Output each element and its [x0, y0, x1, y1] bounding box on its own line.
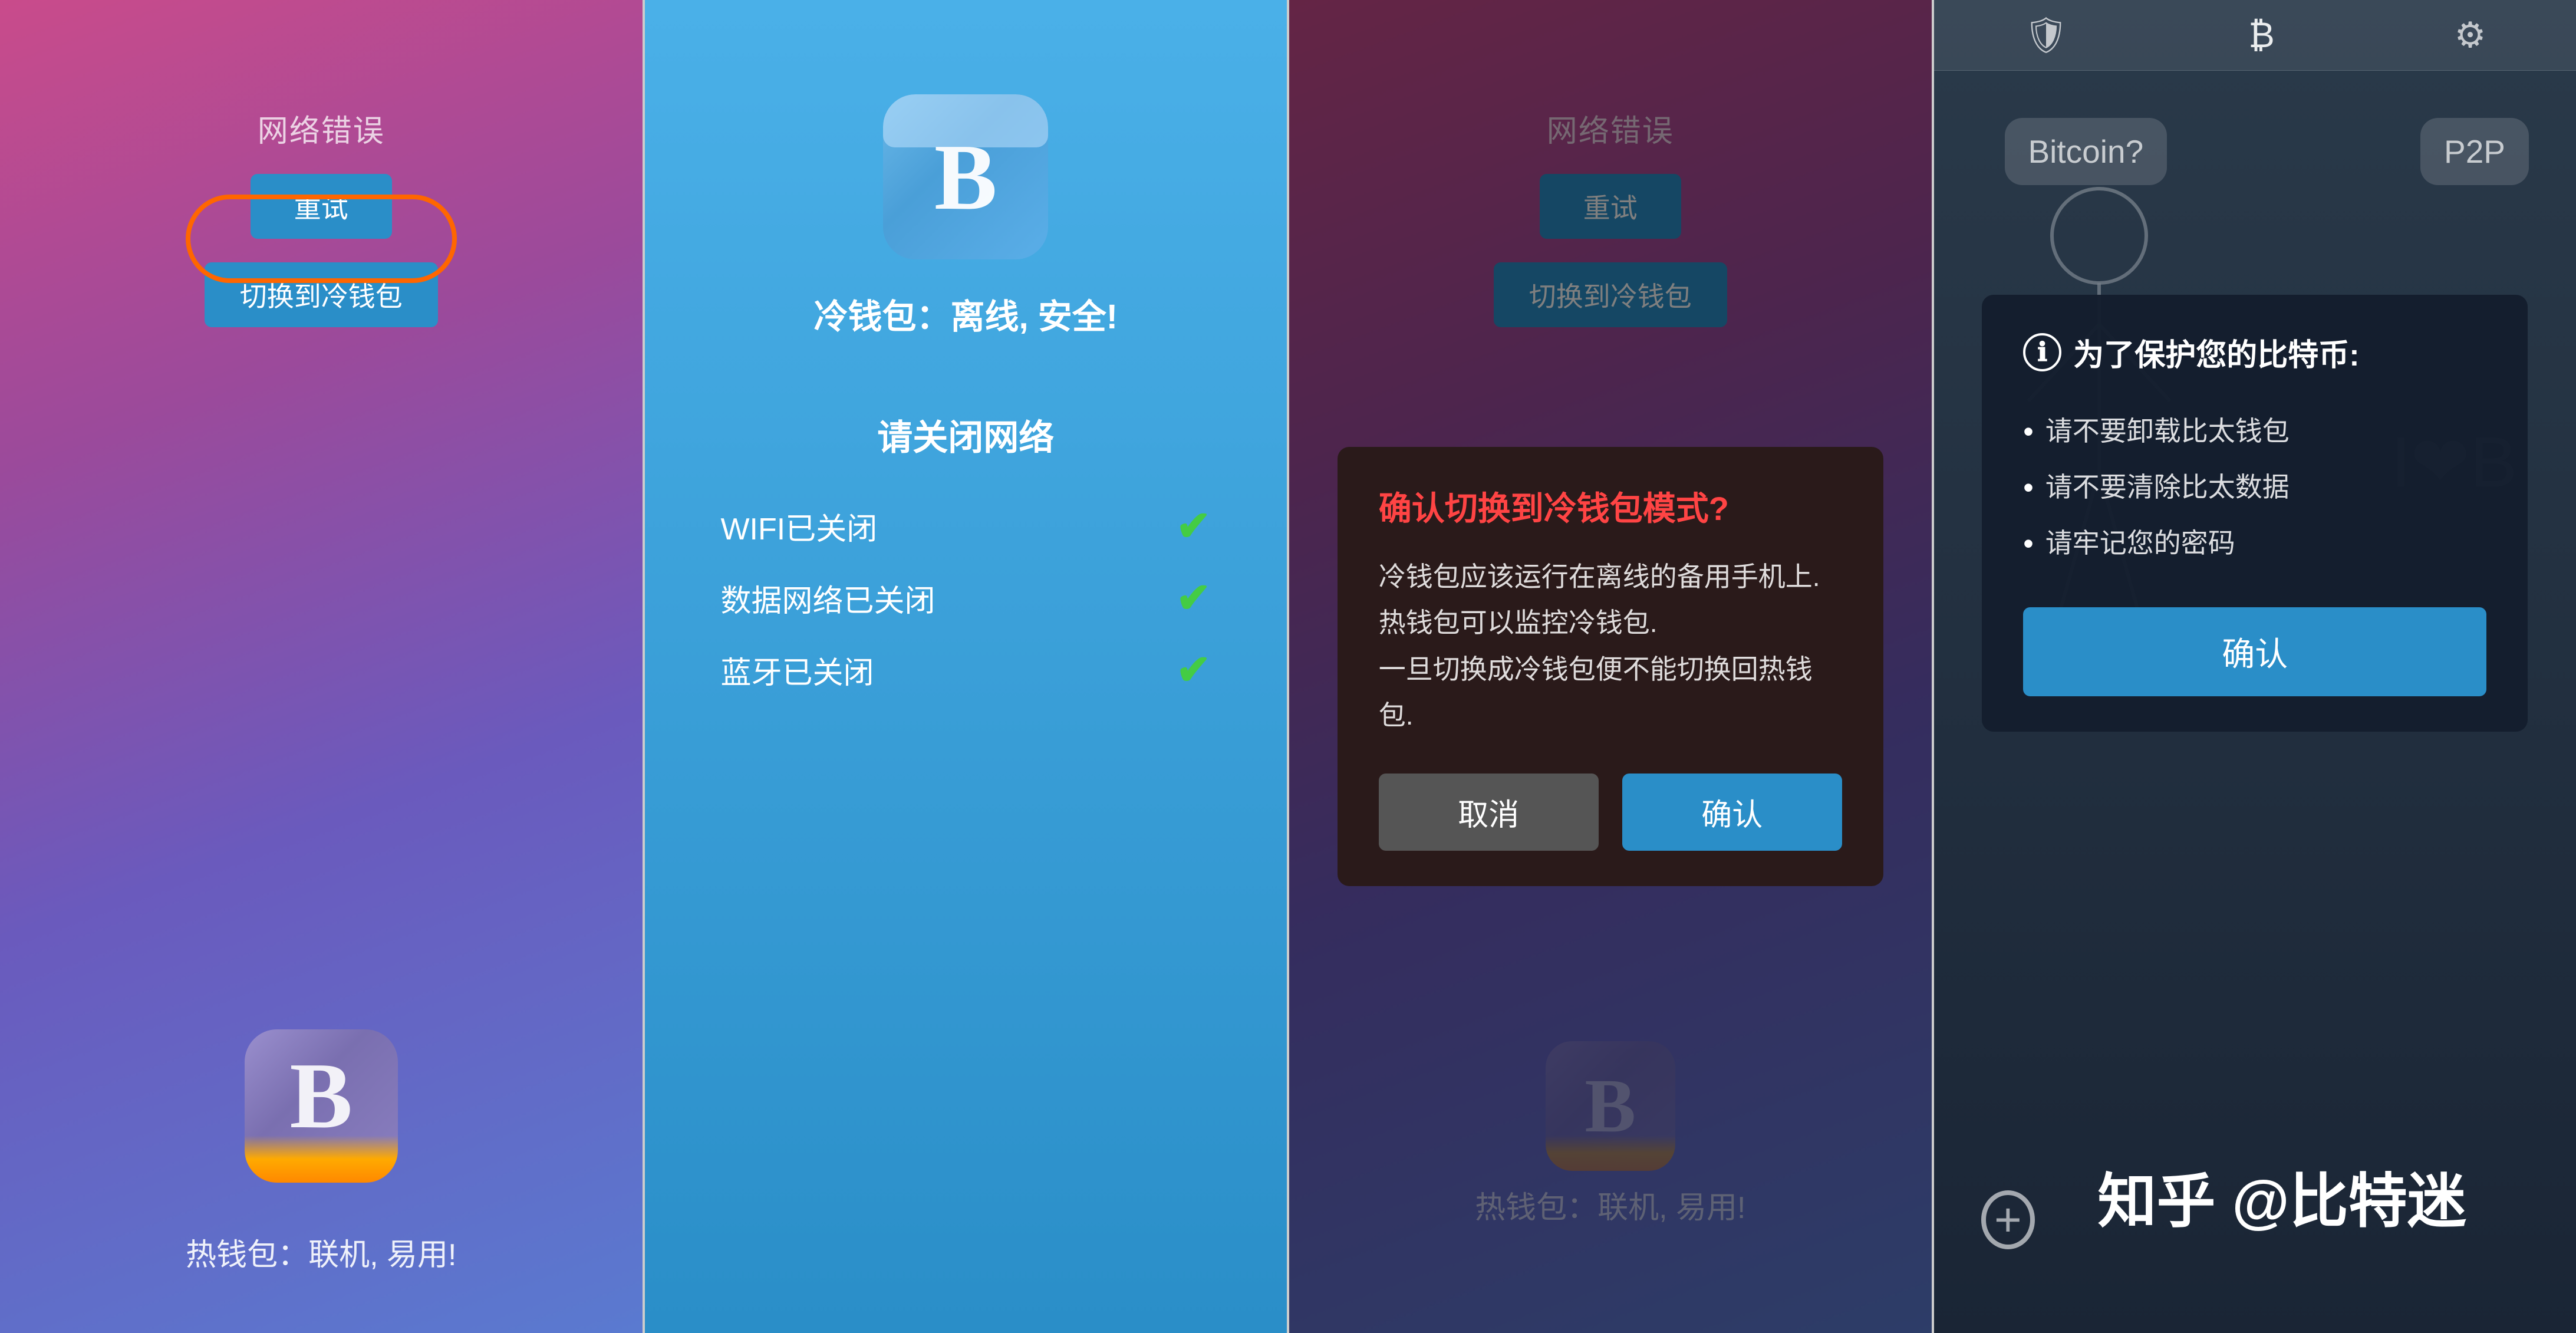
zhihu-label: 知乎 @比特迷 [2035, 1153, 2529, 1286]
protection-item-3-text: 请牢记您的密码 [2045, 518, 2235, 569]
cold-wallet-title: 冷钱包：离线, 安全! [813, 289, 1118, 338]
confirm-dialog: 确认切换到冷钱包模式? 冷钱包应该运行在离线的备用手机上.热钱包可以监控冷钱包.… [1338, 447, 1883, 886]
protection-item-3: 请牢记您的密码 [2023, 516, 2486, 572]
info-icon-text: ℹ [2037, 337, 2047, 367]
retry-button-p1[interactable]: 重试 [251, 174, 392, 239]
bluetooth-row: 蓝牙已关闭 ✔ [709, 640, 1223, 700]
protection-dialog: ℹ 为了保护您的比特币: 请不要卸载比太钱包 请不要清除比太数据 请牢记您的密码… [1982, 295, 2528, 732]
flame-decoration [245, 1135, 398, 1183]
bluetooth-label: 蓝牙已关闭 [720, 648, 874, 692]
dialog-title: 确认切换到冷钱包模式? [1379, 482, 1842, 530]
p2p-speech-bubble: P2P [2420, 118, 2529, 185]
protection-title-text: 为了保护您的比特币: [2073, 330, 2359, 374]
network-section: 请关闭网络 WIFI已关闭 ✔ 数据网络已关闭 ✔ 蓝牙已关闭 ✔ [709, 409, 1223, 700]
panel-hot-wallet: 网络错误 重试 切换到冷钱包 B 热钱包：联机, 易用! [0, 0, 643, 1333]
confirm-button[interactable]: 确认 [1622, 774, 1842, 851]
protection-item-1-text: 请不要卸载比太钱包 [2045, 406, 2290, 457]
data-row: 数据网络已关闭 ✔ [709, 568, 1223, 628]
protection-list: 请不要卸载比太钱包 请不要清除比太数据 请牢记您的密码 [2023, 404, 2486, 572]
illustration-area: Bitcoin? P2P I❤B ℹ 为了保护您的比特币: [1934, 71, 2576, 837]
bluetooth-check-icon: ✔ [1176, 646, 1211, 694]
panel-cold-wallet: B 冷钱包：离线, 安全! 请关闭网络 WIFI已关闭 ✔ 数据网络已关闭 ✔ … [645, 0, 1287, 1333]
data-label: 数据网络已关闭 [720, 576, 935, 620]
cold-wallet-icon: B [883, 94, 1048, 259]
toolbar: 🛡 ₿ ⚙ [1934, 0, 2576, 71]
protection-confirm-button[interactable]: 确认 [2023, 607, 2486, 696]
bitcoin-speech-bubble: Bitcoin? [2005, 118, 2167, 185]
error-section-panel1: 网络错误 重试 切换到冷钱包 [205, 106, 438, 327]
dialog-buttons: 取消 确认 [1379, 774, 1842, 851]
panel-confirm-switch: 网络错误 重试 切换到冷钱包 确认切换到冷钱包模式? 冷钱包应该运行在离线的备用… [1289, 0, 1932, 1333]
dialog-overlay: 确认切换到冷钱包模式? 冷钱包应该运行在离线的备用手机上.热钱包可以监控冷钱包.… [1289, 0, 1932, 1333]
cancel-button[interactable]: 取消 [1379, 774, 1599, 851]
dialog-body-text: 冷钱包应该运行在离线的备用手机上.热钱包可以监控冷钱包.一旦切换成冷钱包便不能切… [1379, 561, 1820, 730]
hot-wallet-icon: B [245, 1029, 398, 1183]
gear-icon[interactable]: ⚙ [2455, 15, 2486, 56]
panel4-footer: + 知乎 @比特迷 [1934, 1130, 2576, 1333]
network-section-title: 请关闭网络 [877, 409, 1054, 460]
hot-wallet-label: 热钱包：联机, 易用! [186, 1230, 456, 1274]
panel-protection: 🛡 ₿ ⚙ Bitcoin? P2P I❤B ℹ [1934, 0, 2576, 1333]
cold-section: B 冷钱包：离线, 安全! [813, 94, 1118, 338]
protection-item-2-text: 请不要清除比太数据 [2045, 462, 2290, 513]
shield-icon[interactable]: 🛡 [2024, 14, 2068, 56]
protection-item-1: 请不要卸载比太钱包 [2023, 404, 2486, 460]
data-check-icon: ✔ [1176, 574, 1211, 622]
btc-letter-cold: B [934, 123, 997, 232]
dialog-body: 冷钱包应该运行在离线的备用手机上.热钱包可以监控冷钱包.一旦切换成冷钱包便不能切… [1379, 554, 1842, 738]
error-title-p1: 网络错误 [258, 106, 385, 150]
bitcoin-tab-icon[interactable]: ₿ [2248, 15, 2274, 55]
btc-letter-p1: B [289, 1041, 353, 1150]
info-icon: ℹ [2023, 333, 2061, 371]
protection-dialog-title: ℹ 为了保护您的比特币: [2023, 330, 2486, 374]
protection-item-2: 请不要清除比太数据 [2023, 460, 2486, 516]
wifi-row: WIFI已关闭 ✔ [709, 496, 1223, 556]
switch-cold-button-p1[interactable]: 切换到冷钱包 [205, 262, 438, 327]
wifi-label: WIFI已关闭 [720, 504, 877, 548]
wifi-check-icon: ✔ [1176, 502, 1211, 550]
add-circle-icon[interactable]: + [1981, 1190, 2035, 1249]
